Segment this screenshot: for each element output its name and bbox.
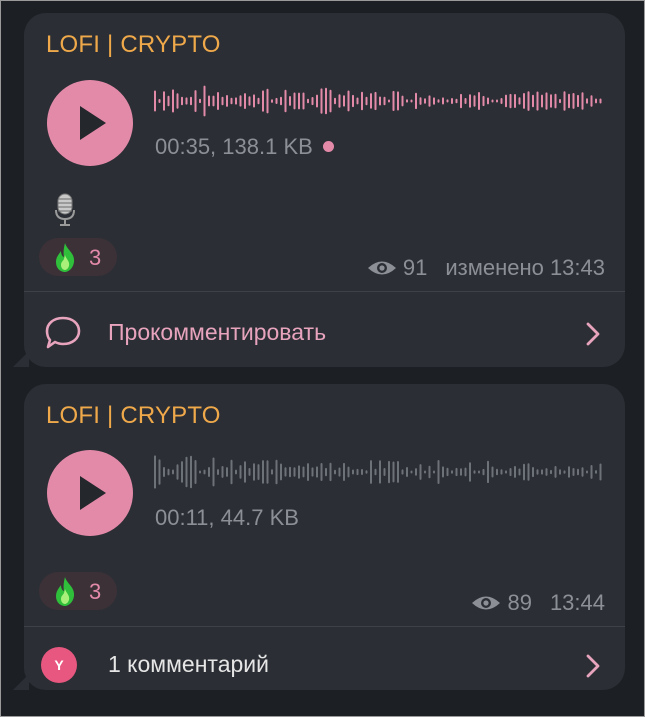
audio-waveform[interactable] xyxy=(154,455,606,489)
audio-meta: 00:35, 138.1 KB xyxy=(155,134,334,160)
chevron-right-icon xyxy=(586,654,600,678)
view-count: 89 xyxy=(507,590,532,615)
comment-count-label: 1 комментарий xyxy=(108,651,269,677)
message-bubble-2: LOFI | CRYPTO 00:11, 44.7 KB 3 89 13:44 xyxy=(13,384,625,690)
audio-duration-size: 00:11, 44.7 KB xyxy=(155,505,299,530)
microphone-icon xyxy=(55,193,75,226)
play-icon xyxy=(80,476,106,510)
reaction-count: 3 xyxy=(89,245,102,270)
chat-frame: LOFI | CRYPTO 00:35, 138.1 KB 3 91 измен… xyxy=(0,0,645,717)
avatar: Y xyxy=(41,647,77,683)
divider xyxy=(24,626,625,627)
views-eye-icon xyxy=(367,261,396,275)
views-eye-icon xyxy=(472,596,501,610)
message-time: 13:44 xyxy=(549,590,605,615)
audio-waveform[interactable] xyxy=(154,84,606,118)
reaction-count: 3 xyxy=(89,579,102,604)
fire-icon xyxy=(56,243,75,272)
comment-button[interactable]: Прокомментировать xyxy=(24,299,625,365)
channel-name[interactable]: LOFI | CRYPTO xyxy=(46,402,221,430)
message-bubble-1: LOFI | CRYPTO 00:35, 138.1 KB 3 91 измен… xyxy=(13,13,625,367)
channel-name[interactable]: LOFI | CRYPTO xyxy=(46,31,221,59)
play-icon xyxy=(80,106,106,140)
comments-link[interactable]: Y 1 комментарий xyxy=(24,631,625,697)
play-button[interactable] xyxy=(47,450,133,536)
view-count: 91 xyxy=(402,255,428,280)
divider xyxy=(24,291,625,292)
reaction-fire[interactable]: 3 xyxy=(39,572,117,610)
unread-dot-icon xyxy=(322,140,334,152)
play-button[interactable] xyxy=(47,80,133,166)
chevron-right-icon xyxy=(586,322,600,346)
edited-time: изменено 13:43 xyxy=(445,255,605,280)
comment-bubble-icon xyxy=(45,316,81,349)
comment-label: Прокомментировать xyxy=(108,319,327,345)
message-stats: 89 13:44 xyxy=(471,590,605,616)
fire-icon xyxy=(56,577,75,606)
reaction-fire[interactable]: 3 xyxy=(39,238,117,276)
audio-duration-size: 00:35, 138.1 KB xyxy=(155,134,313,159)
audio-meta: 00:11, 44.7 KB xyxy=(155,505,299,531)
message-stats: 91 изменено 13:43 xyxy=(367,255,605,281)
